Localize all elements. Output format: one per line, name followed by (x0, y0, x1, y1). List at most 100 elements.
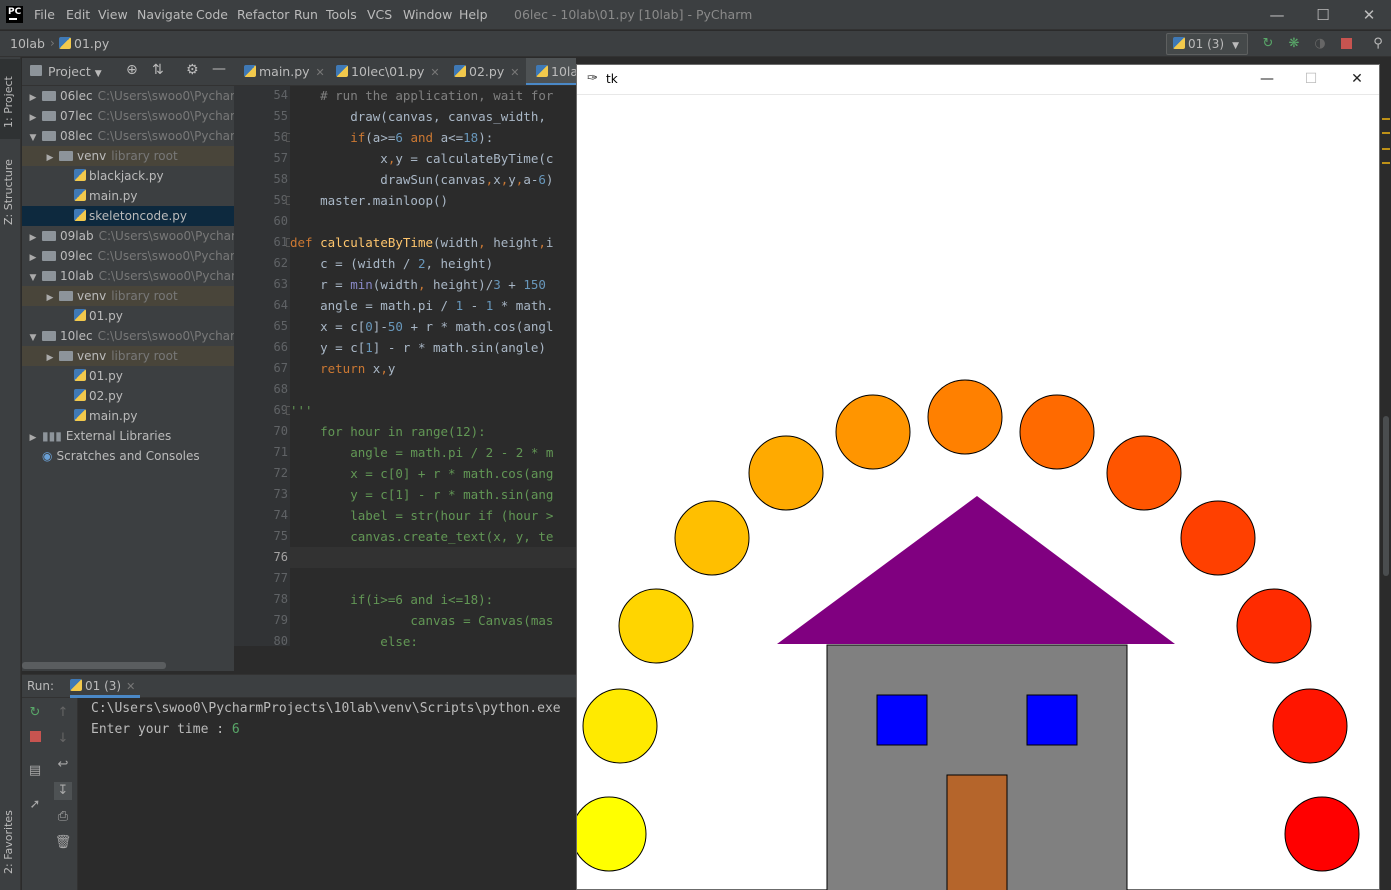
coverage-icon[interactable]: ◑ (1312, 36, 1328, 52)
run-configuration-dropdown[interactable]: 01 (3) ▼ (1166, 33, 1248, 55)
tree-item[interactable]: 01.py (22, 366, 234, 386)
close-run-tab-icon[interactable]: ✕ (126, 680, 135, 693)
project-view-selector[interactable]: Project ▼ (48, 64, 102, 79)
chevron-down-icon[interactable]: ▼ (26, 328, 40, 346)
tab-02-py[interactable]: 02.py ✕ (444, 58, 519, 85)
debug-icon[interactable]: ❋ (1286, 36, 1302, 52)
close-tab-icon[interactable]: ✕ (316, 66, 325, 79)
tool-tab-project[interactable]: 1: Project (2, 67, 19, 137)
tool-tab-structure[interactable]: Z: Structure (2, 152, 19, 232)
tree-item-label: 08lec (60, 129, 93, 143)
tree-item[interactable]: main.py (22, 186, 234, 206)
tab-10lab-01-py[interactable]: 10la (526, 58, 576, 85)
maximize-icon[interactable]: ☐ (1313, 5, 1333, 25)
tree-item[interactable]: ▼ 10lab C:\Users\swoo0\Pychar (22, 266, 234, 286)
chevron-right-icon[interactable]: ▶ (43, 148, 57, 166)
menu-view[interactable]: View (98, 7, 128, 22)
close-tab-icon[interactable]: ✕ (510, 66, 519, 79)
rerun-icon[interactable]: ↻ (1260, 36, 1276, 52)
down-arrow-icon[interactable]: ↓ (54, 730, 72, 748)
menu-run[interactable]: Run (294, 7, 318, 22)
chevron-right-icon[interactable]: ▶ (26, 428, 40, 446)
tk-close-icon[interactable]: ✕ (1345, 69, 1369, 89)
scroll-to-end-icon[interactable]: ↧ (54, 782, 72, 800)
tk-maximize-icon[interactable]: ☐ (1299, 69, 1323, 89)
minimize-icon[interactable]: — (1267, 5, 1287, 25)
menu-window[interactable]: Window (403, 7, 452, 22)
tree-item[interactable]: blackjack.py (22, 166, 234, 186)
tree-item[interactable]: ▶ venv library root (22, 346, 234, 366)
line-number: 61 (273, 235, 288, 249)
chevron-right-icon[interactable]: ▶ (43, 348, 57, 366)
tree-item[interactable]: 01.py (22, 306, 234, 326)
tree-item[interactable]: ▶ 09lec C:\Users\swoo0\Pycharm (22, 246, 234, 266)
code-token: , (417, 277, 434, 292)
tree-item[interactable]: ▼ 08lec C:\Users\swoo0\Pycharm (22, 126, 234, 146)
tree-item[interactable]: ▶ 07lec C:\Users\swoo0\Pycharm (22, 106, 234, 126)
line-number: 70 (273, 424, 288, 438)
chevron-down-icon[interactable]: ▼ (26, 128, 40, 146)
collapse-all-icon[interactable]: ⇅ (152, 62, 164, 78)
tree-item[interactable]: ▶ ▮▮▮ External Libraries (22, 426, 234, 446)
menu-help[interactable]: Help (459, 7, 488, 22)
rerun-icon[interactable]: ↻ (26, 704, 44, 722)
run-console[interactable]: C:\Users\swoo0\PycharmProjects\10lab\ven… (78, 698, 576, 890)
gear-icon[interactable]: ⚙ (186, 62, 199, 78)
chevron-down-icon[interactable]: ▼ (26, 268, 40, 286)
trash-icon[interactable]: 🗑 (54, 834, 72, 852)
menu-refactor[interactable]: Refactor (237, 7, 289, 22)
menu-edit[interactable]: Edit (66, 7, 90, 22)
close-icon[interactable]: ✕ (1359, 5, 1379, 25)
tree-item[interactable]: ▶ venv library root (22, 286, 234, 306)
tree-item-hint: library root (111, 149, 178, 163)
close-tab-icon[interactable]: ✕ (430, 66, 439, 79)
print-icon[interactable]: ⎙ (54, 808, 72, 826)
menu-file[interactable]: File (34, 7, 55, 22)
code-token: # run the application, wait for (290, 88, 554, 103)
menu-code[interactable]: Code (196, 7, 228, 22)
chevron-right-icon[interactable]: ▶ (43, 288, 57, 306)
tk-canvas (577, 379, 1360, 890)
breadcrumb-project[interactable]: 10lab (10, 36, 45, 51)
up-arrow-icon[interactable]: ↑ (54, 704, 72, 722)
soft-wrap-icon[interactable]: ↩ (54, 756, 72, 774)
line-number: 72 (273, 466, 288, 480)
tab-main-py[interactable]: main.py ✕ (234, 58, 325, 85)
tree-item[interactable]: main.py (22, 406, 234, 426)
layout-icon[interactable]: ▤ (26, 762, 44, 780)
tree-item-label: 01.py (89, 309, 123, 323)
tk-minimize-icon[interactable]: — (1255, 69, 1279, 89)
breadcrumb-file[interactable]: 01.py (59, 36, 109, 51)
menu-tools[interactable]: Tools (326, 7, 357, 22)
menu-navigate[interactable]: Navigate (137, 7, 193, 22)
tree-item[interactable]: ▶ 09lab C:\Users\swoo0\Pychar (22, 226, 234, 246)
tree-item-path: C:\Users\swoo0\Pycharm (97, 109, 234, 123)
stop-icon[interactable] (1338, 36, 1354, 52)
tree-item[interactable]: ▶ venv library root (22, 146, 234, 166)
tree-item[interactable]: 02.py (22, 386, 234, 406)
hide-icon[interactable]: — (212, 61, 226, 77)
tree-item[interactable]: skeletoncode.py (22, 206, 234, 226)
tool-tab-favorites[interactable]: 2: Favorites (2, 802, 19, 882)
code-editor[interactable]: # run the application, wait for draw(can… (290, 86, 576, 646)
menu-vcs[interactable]: VCS (367, 7, 392, 22)
stop-icon[interactable] (26, 730, 44, 748)
console-user-input[interactable]: 6 (232, 722, 240, 737)
code-line: x = c[0]-50 + r * math.cos(angl (290, 316, 576, 337)
pin-icon[interactable]: ➚ (26, 796, 44, 814)
chevron-right-icon[interactable]: ▶ (26, 88, 40, 106)
tree-item-label: 02.py (89, 389, 123, 403)
run-tab[interactable]: 01 (3) ✕ (70, 679, 135, 693)
tree-item[interactable]: ▶ 06lec C:\Users\swoo0\Pycharm (22, 86, 234, 106)
chevron-right-icon[interactable]: ▶ (26, 228, 40, 246)
chevron-right-icon[interactable]: ▶ (26, 108, 40, 126)
tree-item[interactable]: ◉ Scratches and Consoles (22, 446, 234, 466)
tab-10lec-01-py[interactable]: 10lec\01.py ✕ (326, 58, 440, 85)
editor-error-stripe[interactable] (1379, 86, 1391, 890)
chevron-right-icon[interactable]: ▶ (26, 248, 40, 266)
search-icon[interactable]: ⚲ (1370, 36, 1386, 52)
tree-item[interactable]: ▼ 10lec C:\Users\swoo0\Pycharm (22, 326, 234, 346)
project-horizontal-scrollbar[interactable] (22, 662, 166, 669)
locate-icon[interactable]: ⊕ (126, 62, 138, 78)
